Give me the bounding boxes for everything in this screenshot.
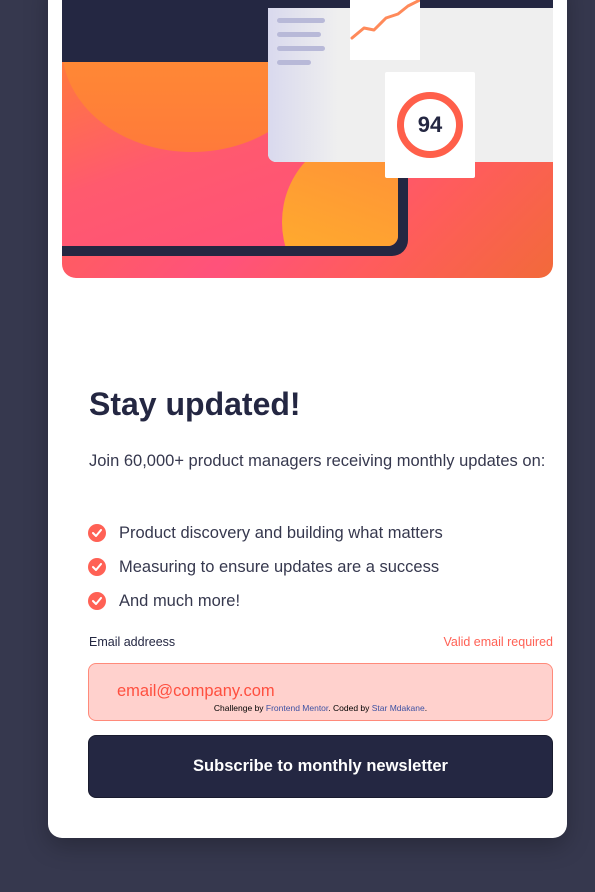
score-card: 94 — [385, 72, 475, 178]
sidebar-line — [277, 18, 325, 23]
feature-text: Product discovery and building what matt… — [119, 523, 443, 542]
email-label-row: Email addreess Valid email required — [89, 635, 553, 649]
feature-list: Product discovery and building what matt… — [88, 516, 443, 618]
attribution-middle: . Coded by — [328, 703, 372, 713]
subscribe-button[interactable]: Subscribe to monthly newsletter — [88, 735, 553, 798]
email-field[interactable] — [117, 682, 517, 701]
score-ring-icon: 94 — [397, 92, 463, 158]
attribution-suffix: . — [424, 703, 428, 713]
trend-card — [350, 0, 422, 60]
check-icon — [88, 524, 106, 542]
dashboard-sidebar — [268, 0, 338, 162]
sidebar-line — [277, 60, 311, 65]
list-item: Measuring to ensure updates are a succes… — [88, 550, 443, 584]
sidebar-line — [277, 46, 325, 51]
attribution-prefix: Challenge by — [213, 703, 266, 713]
hero-illustration: 94 — [62, 0, 553, 278]
sidebar-line — [277, 32, 321, 37]
error-message: Valid email required — [443, 635, 553, 649]
score-value: 94 — [417, 112, 443, 137]
feature-text: And much more! — [119, 591, 241, 610]
list-item: And much more! — [88, 584, 443, 618]
email-field-container: Challenge by Frontend Mentor. Coded by S… — [88, 663, 553, 721]
page-title: Stay updated! — [89, 386, 301, 422]
feature-text: Measuring to ensure updates are a succes… — [119, 557, 440, 576]
attribution: Challenge by Frontend Mentor. Coded by S… — [89, 703, 552, 713]
email-label: Email addreess — [89, 635, 176, 649]
check-icon — [88, 558, 106, 576]
trend-line-icon — [350, 0, 422, 40]
check-icon — [88, 592, 106, 610]
challenge-link[interactable]: Frontend Mentor — [266, 703, 328, 713]
author-link[interactable]: Star Mdakane — [372, 703, 425, 713]
list-item: Product discovery and building what matt… — [88, 516, 443, 550]
intro-text: Join 60,000+ product managers receiving … — [89, 452, 546, 470]
